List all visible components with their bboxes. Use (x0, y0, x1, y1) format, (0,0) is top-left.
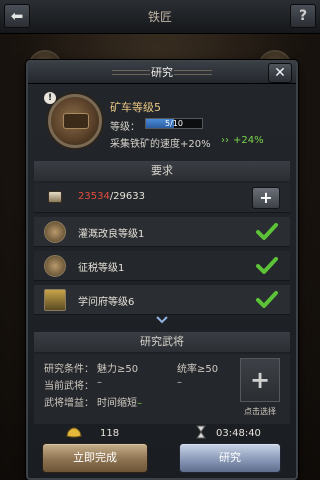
modal-title: 研究 (151, 66, 173, 79)
chevron-down-icon[interactable] (156, 316, 168, 324)
info-badge-icon[interactable]: ! (44, 92, 56, 104)
check-icon (256, 291, 278, 308)
current-general-value-1: – (97, 377, 102, 388)
help-button[interactable]: ? (290, 4, 316, 28)
effect-text: 采集铁矿的速度+20% (110, 139, 211, 150)
general-bonus-suffix: – (137, 398, 142, 409)
requirement-row-resource: 23534/29633 + (34, 183, 290, 213)
effect-bonus: +24% (233, 135, 264, 146)
research-time: 03:48:40 (216, 428, 261, 439)
back-button[interactable]: ⬅ (4, 4, 30, 28)
general-panel: 研究条件： 魅力≥50 统率≥50 当前武将： – – 武将增益： 时间缩短– … (34, 354, 290, 424)
resource-current: 23534 (78, 191, 110, 202)
requirements-header: 要求 (34, 161, 290, 181)
hourglass-icon (196, 425, 206, 439)
top-bar: ⬅ 铁匠 ? (0, 0, 320, 34)
effect-arrow-icon: ›› (221, 135, 229, 146)
mine-cart-icon (63, 113, 89, 129)
research-button[interactable]: 研究 (179, 443, 281, 473)
gold-cost: 118 (100, 428, 120, 439)
irrigation-tech-icon[interactable] (44, 221, 66, 243)
general-bonus-label: 武将增益： (44, 398, 94, 409)
mine-cart-tech-icon[interactable] (48, 94, 102, 148)
requirement-label: 征税等级1 (78, 263, 125, 274)
condition-label: 研究条件： (44, 364, 94, 375)
check-icon (256, 223, 278, 240)
current-general-value-2: – (177, 377, 182, 388)
check-icon (256, 257, 278, 274)
requirement-label: 学问府等级6 (78, 297, 135, 308)
general-bonus-value: 时间缩短– (97, 394, 142, 409)
general-bonus-text: 时间缩短 (97, 398, 137, 409)
select-general-label: 点击选择 (244, 407, 276, 416)
requirement-row: 学问府等级6 (34, 285, 290, 315)
level-progress-text: 5/10 (165, 119, 183, 128)
plus-icon: + (249, 366, 271, 394)
close-button[interactable]: ✕ (268, 63, 292, 83)
add-resource-button[interactable]: + (252, 187, 280, 209)
gold-ingot-icon (66, 427, 82, 438)
taxation-tech-icon[interactable] (44, 255, 66, 277)
level-label: 等级： (110, 122, 140, 133)
current-general-label: 当前武将： (44, 381, 94, 392)
requirement-label: 灌溉改良等级1 (78, 229, 145, 240)
tech-name: 矿车等级5 (110, 101, 161, 114)
condition-command: 统率≥50 (177, 364, 219, 375)
resource-amount: 23534/29633 (78, 191, 145, 202)
research-modal: 研究 ✕ ! 矿车等级5 等级： 5/10 采集铁矿的速度+20% ›› +24… (26, 60, 298, 480)
back-arrow-icon: ⬅ (10, 7, 24, 25)
scroll-resource-icon (48, 191, 62, 203)
select-general-button[interactable]: + (240, 358, 280, 402)
requirement-row: 征税等级1 (34, 251, 290, 281)
requirement-row: 灌溉改良等级1 (34, 217, 290, 247)
level-progress-bar: 5/10 (145, 118, 203, 129)
modal-header: 研究 ✕ (28, 62, 296, 84)
background-title: 铁匠 (147, 10, 172, 24)
academy-building-icon[interactable] (44, 289, 66, 311)
general-header: 研究武将 (34, 332, 290, 352)
instant-finish-button[interactable]: 立即完成 (42, 443, 148, 473)
resource-total: /29633 (109, 191, 145, 202)
condition-charm: 魅力≥50 (97, 364, 139, 375)
